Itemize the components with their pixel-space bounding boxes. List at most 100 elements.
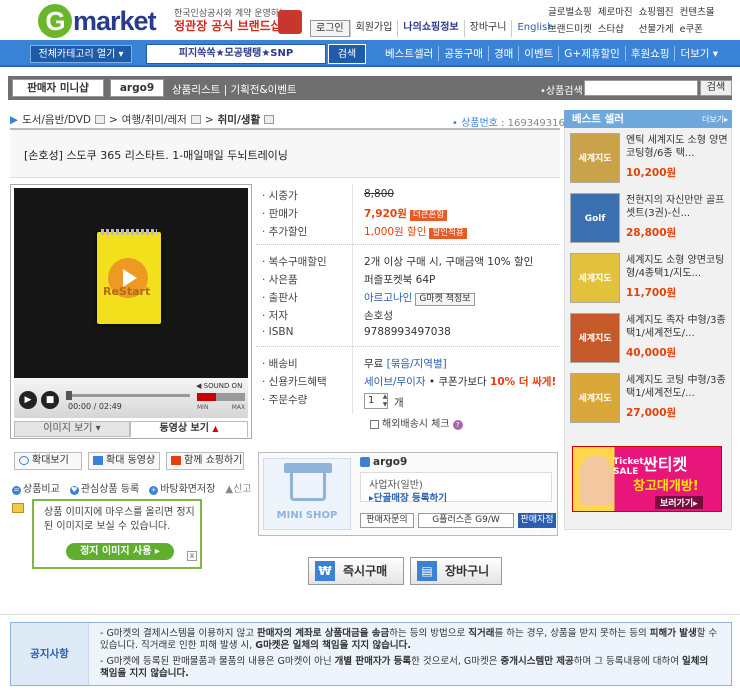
crumb-travel[interactable]: 여행/취미/레저 xyxy=(122,112,187,127)
publisher-label: · 출판사 xyxy=(262,292,298,304)
tab-image-view[interactable]: 이미지 보기 ▾ xyxy=(14,421,130,437)
wishlist-link[interactable]: ♥ 관심상품 등록 xyxy=(69,480,139,495)
bestseller-name[interactable]: 전현지의 자신만만 골프 셋트(3권)-신... xyxy=(626,194,728,220)
contents-link[interactable]: 컨텐츠몰 xyxy=(680,4,715,18)
menu-event[interactable]: 이벤트 xyxy=(518,46,558,61)
menu-partner-discount[interactable]: G+제휴할인 xyxy=(558,46,625,61)
quantity-label: · 주문수량 xyxy=(262,394,308,406)
product-search-input[interactable] xyxy=(584,80,698,96)
publisher-link[interactable]: 아르고나인 xyxy=(364,292,412,304)
help-icon[interactable]: ? xyxy=(452,420,463,430)
dropdown-icon[interactable] xyxy=(264,115,275,124)
minishop-logo[interactable]: MINI SHOP xyxy=(263,458,351,530)
list-price-label: · 시중가 xyxy=(262,190,298,202)
sale-badge[interactable]: 더큰혼합 xyxy=(409,210,448,221)
cart-link[interactable]: 장바구니 xyxy=(463,20,512,37)
bestseller-thumbnail[interactable]: 세계지도 xyxy=(570,313,620,363)
shipping-detail-link[interactable]: [묶음/지역별] xyxy=(387,358,447,370)
discount-badge[interactable]: 할인적용 xyxy=(429,228,467,239)
crumb-hobby[interactable]: 취미/생활 xyxy=(218,112,260,127)
minus-icon: = xyxy=(12,486,21,495)
bestseller-name[interactable]: 세계지도 소형 양면코팅형/4종택1/지도... xyxy=(626,254,728,280)
bestseller-price: 28,800원 xyxy=(626,227,677,239)
volume-slider[interactable] xyxy=(197,393,245,401)
menu-auction[interactable]: 경매 xyxy=(487,46,518,61)
bestseller-name[interactable]: 세계지도 코팅 中형/3종 택1/세계전도/... xyxy=(626,374,728,400)
seller-info-button[interactable]: 판매자정보 xyxy=(518,513,556,538)
signup-link[interactable]: 회원가입 xyxy=(349,20,398,37)
use-still-image-button[interactable]: 정지 이미지 사용 ▸ xyxy=(66,543,174,560)
menu-sponsor[interactable]: 후원쇼핑 xyxy=(624,46,675,61)
ecoupon-link[interactable]: e쿠폰 xyxy=(680,21,715,35)
star-shop-link[interactable]: 스타샵 xyxy=(598,21,633,35)
all-categories-button[interactable]: 전체카테고리 열기 ▾ xyxy=(30,45,132,63)
overseas-shipping-checkbox[interactable]: 해외배송시 체크 ? xyxy=(370,415,463,430)
global-shopping-link[interactable]: 글로벌쇼핑 xyxy=(548,4,592,18)
bestseller-price: 11,700원 xyxy=(626,287,677,299)
bestseller-thumbnail[interactable]: Golf xyxy=(570,193,620,243)
seller-id-button[interactable]: argo9 xyxy=(110,79,164,97)
multi-discount: 2개 이상 구매 시, 구매금액 10% 할인 xyxy=(364,256,534,268)
menu-bestseller[interactable]: 베스트셀러 xyxy=(380,46,438,61)
seller-inquiry-button[interactable]: 판매자문의 xyxy=(360,513,414,528)
dropdown-icon[interactable] xyxy=(94,115,105,124)
crumb-books[interactable]: 도서/음반/DVD xyxy=(22,112,91,127)
add-to-cart-button[interactable]: ▤ 장바구니 xyxy=(410,557,502,585)
report-link[interactable]: ▲신고 xyxy=(225,480,251,495)
bestseller-thumbnail[interactable]: 세계지도 xyxy=(570,373,620,423)
book-info-button[interactable]: G마켓 책정보 xyxy=(415,293,475,306)
minishop-button[interactable]: 판매자 미니샵 xyxy=(12,79,104,97)
bestseller-name[interactable]: 엔틱 세계지도 소형 양면 코팅형/6종 택... xyxy=(626,134,728,160)
bestseller-item[interactable]: 세계지도 엔틱 세계지도 소형 양면 코팅형/6종 택... 10,200원 xyxy=(568,130,728,190)
checkbox-icon[interactable] xyxy=(370,419,379,429)
card-benefit-link[interactable]: 세이브/무이자 xyxy=(364,376,426,388)
gmarket-logo[interactable]: Gmarket xyxy=(38,4,157,38)
product-number: • 상품번호 : 169349316 xyxy=(452,118,565,129)
my-shopping-link[interactable]: 나의쇼핑정보 xyxy=(397,20,463,37)
stop-icon[interactable]: ■ xyxy=(41,391,59,409)
tip-text: 상품 이미지에 마우스를 올리면 정지된 이미지로 보실 수 있습니다. xyxy=(44,507,195,532)
bestseller-more-link[interactable]: 더보기▸ xyxy=(702,114,728,125)
desktop-save-link[interactable]: + 바탕화면저장 xyxy=(149,480,215,495)
dropdown-icon[interactable] xyxy=(190,115,201,124)
author-link[interactable]: 손호성 xyxy=(364,308,393,323)
buy-now-button[interactable]: ₩ 즉시구매 xyxy=(308,557,404,585)
login-link[interactable]: 로그인 xyxy=(310,20,350,37)
video-progress-slider[interactable] xyxy=(66,391,190,400)
compare-link[interactable]: = 상품비교 xyxy=(12,480,60,495)
gplus-zone-button[interactable]: G플러스존 G9/W xyxy=(418,513,514,528)
search-input[interactable]: 피지쏙쏙★모공탱탱★SNP xyxy=(146,44,326,64)
menu-group-buy[interactable]: 공동구매 xyxy=(438,46,488,61)
bestseller-name[interactable]: 세계지도 족자 中형/3종 택1/세계전도/... xyxy=(626,314,728,340)
quantity-stepper[interactable]: ▲ ▼ xyxy=(381,393,389,409)
webzine-link[interactable]: 쇼핑웹진 xyxy=(639,4,674,18)
tab-video-view[interactable]: 동영상 보기 ▲ xyxy=(130,421,248,437)
notice-text-1: - G마켓의 결제시스템을 이용하지 않고 판매자의 계좌로 상품대금을 송금하… xyxy=(100,628,718,651)
shipping-value: 무료 xyxy=(364,358,384,370)
add-favorite-store-link[interactable]: ▸단골매장 등록하기 xyxy=(369,490,447,504)
model-image xyxy=(579,455,613,505)
bestseller-item[interactable]: Golf 전현지의 자신만만 골프 셋트(3권)-신... 28,800원 xyxy=(568,190,728,250)
minishop-links[interactable]: 상품리스트 | 기획전&이벤트 xyxy=(172,82,297,97)
product-search-button[interactable]: 검색 xyxy=(700,80,732,96)
bestseller-item[interactable]: 세계지도 세계지도 소형 양면코팅형/4종택1/지도... 11,700원 xyxy=(568,250,728,310)
store-icon xyxy=(290,469,326,501)
ticket-sale-banner[interactable]: Ticket SALE 싼티켓 창고대개방! 보러가기▸ xyxy=(572,446,722,512)
bestseller-thumbnail[interactable]: 세계지도 xyxy=(570,253,620,303)
bestseller-item[interactable]: 세계지도 세계지도 족자 中형/3종 택1/세계전도/... 40,000원 xyxy=(568,310,728,370)
play-icon[interactable]: ▶ xyxy=(19,391,37,409)
shop-together-button[interactable]: 함께 쇼핑하기 xyxy=(166,452,244,470)
search-button[interactable]: 검색 xyxy=(328,44,366,64)
zoom-button[interactable]: 확대보기 xyxy=(14,452,82,470)
video-time: 00:00 / 02:49 xyxy=(68,402,122,411)
cart-icon xyxy=(171,455,181,465)
close-icon[interactable]: x xyxy=(187,551,197,561)
zero-margin-link[interactable]: 제로마진 xyxy=(598,4,633,18)
bestseller-item[interactable]: 세계지도 세계지도 코팅 中형/3종 택1/세계전도/... 27,000원 xyxy=(568,370,728,430)
gift-shop-link[interactable]: 선물가게 xyxy=(639,21,674,35)
brand-market-link[interactable]: 브랜드미켓 xyxy=(548,21,592,35)
bestseller-thumbnail[interactable]: 세계지도 xyxy=(570,133,620,183)
zoom-video-button[interactable]: 확대 동영상 xyxy=(88,452,160,470)
multi-discount-label: · 복수구매할인 xyxy=(262,256,327,268)
menu-more[interactable]: 더보기 ▾ xyxy=(674,46,723,61)
